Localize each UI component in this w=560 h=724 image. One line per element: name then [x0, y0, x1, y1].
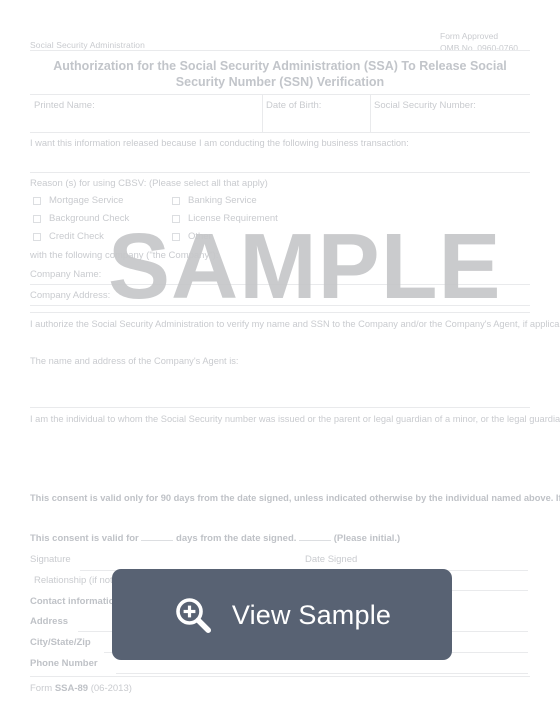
consent-fill-row: This consent is valid for days from the …	[30, 530, 400, 544]
company-name-label: Company Name:	[30, 269, 102, 280]
checkbox-mortgage-service[interactable]	[33, 197, 41, 205]
agent-section-rule	[30, 407, 530, 408]
consent-fill-part2: days from the date signed.	[176, 533, 297, 544]
footer-rule	[30, 676, 530, 677]
sample-watermark: SAMPLE	[108, 214, 502, 318]
consent-paragraph: This consent is valid only for 90 days f…	[30, 493, 560, 503]
identity-divider-1	[262, 94, 263, 132]
consent-days-blank[interactable]	[141, 530, 174, 541]
view-sample-button[interactable]: View Sample	[112, 569, 452, 660]
identity-table-top-rule	[30, 94, 530, 95]
agency-name: Social Security Administration	[30, 40, 145, 50]
footer-form-line: Form SSA-89 (06-2013)	[30, 683, 132, 694]
city-state-zip-label: City/State/Zip	[30, 637, 91, 648]
phone-number-rule	[116, 673, 528, 674]
checkbox-credit-check[interactable]	[33, 233, 41, 241]
checkbox-background-check[interactable]	[33, 215, 41, 223]
footer-prefix: Form	[30, 683, 55, 694]
identity-divider-2	[370, 94, 371, 132]
consent-initial-blank[interactable]	[299, 530, 332, 541]
checkbox-banking-service[interactable]	[172, 197, 180, 205]
identity-table-bottom-rule	[30, 132, 530, 133]
magnifier-plus-icon	[173, 595, 213, 635]
printed-name-label: Printed Name:	[34, 100, 95, 111]
label-banking-service: Banking Service	[188, 195, 257, 206]
consent-fill-part1: This consent is valid for	[30, 533, 139, 544]
affirmation-paragraph: I am the individual to whom the Social S…	[30, 414, 560, 424]
date-signed-label: Date Signed	[305, 554, 358, 565]
date-of-birth-label: Date of Birth:	[266, 100, 322, 111]
reasons-heading: Reason (s) for using CBSV: (Please selec…	[30, 178, 268, 189]
consent-fill-part3: (Please initial.)	[333, 533, 401, 544]
form-approved-line1: Form Approved	[440, 31, 499, 41]
phone-number-label: Phone Number	[30, 658, 98, 669]
omb-number: OMB No. 0960-0760	[440, 42, 518, 53]
ssn-label: Social Security Number:	[374, 100, 476, 111]
view-sample-label: View Sample	[231, 599, 392, 630]
agent-paragraph: The name and address of the Company's Ag…	[30, 356, 239, 366]
release-statement-rule	[30, 172, 530, 173]
footer-suffix: (06-2013)	[88, 683, 132, 694]
header-rule	[30, 50, 530, 51]
company-address-label: Company Address:	[30, 290, 111, 301]
page-title: Authorization for the Social Security Ad…	[53, 59, 507, 89]
label-credit-check: Credit Check	[49, 231, 104, 242]
address-label: Address	[30, 616, 69, 627]
release-statement: I want this information released because…	[30, 138, 409, 148]
label-mortgage-service: Mortgage Service	[49, 195, 124, 206]
sample-form-preview: Social Security Administration Form Appr…	[0, 0, 560, 724]
signature-label: Signature	[30, 554, 71, 565]
footer-form-number: SSA-89	[54, 683, 89, 694]
authorize-paragraph: I authorize the Social Security Administ…	[30, 319, 560, 329]
